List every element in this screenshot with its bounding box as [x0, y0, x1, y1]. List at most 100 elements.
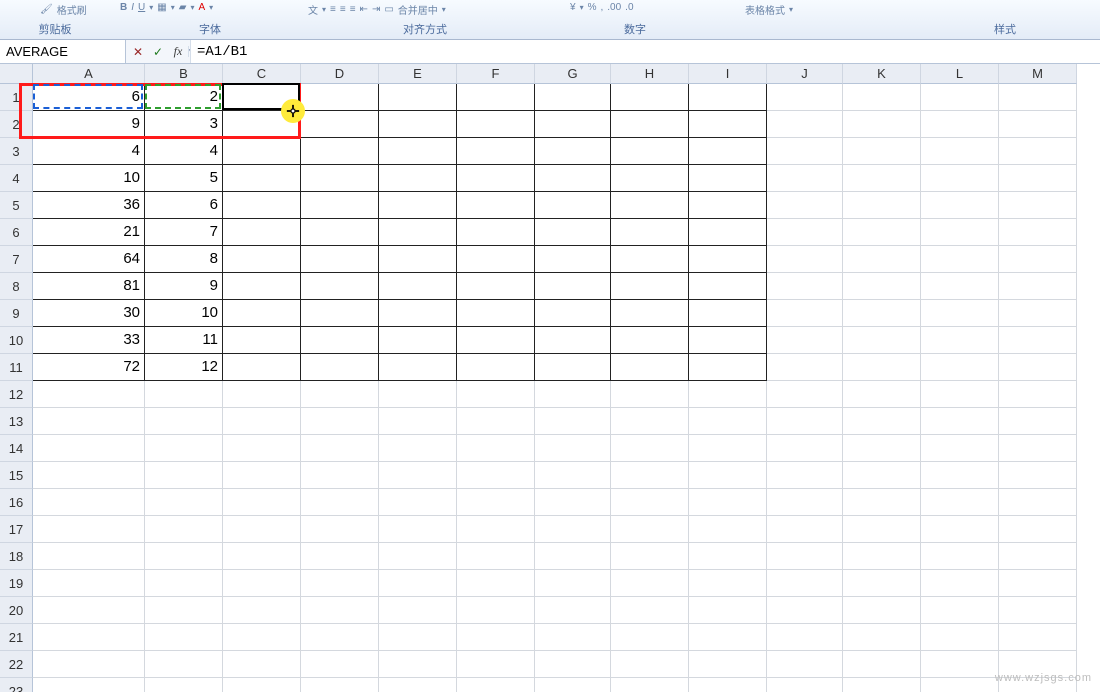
cell-I18[interactable]: [689, 543, 767, 570]
cell-F16[interactable]: [457, 489, 535, 516]
cell-I16[interactable]: [689, 489, 767, 516]
cell-A4[interactable]: 10: [33, 165, 145, 192]
cell-L6[interactable]: [921, 219, 999, 246]
cell-J23[interactable]: [767, 678, 843, 692]
cell-E7[interactable]: [379, 246, 457, 273]
cell-I17[interactable]: [689, 516, 767, 543]
name-box[interactable]: ▾: [0, 40, 126, 63]
cell-H14[interactable]: [611, 435, 689, 462]
cell-E15[interactable]: [379, 462, 457, 489]
col-header-I[interactable]: I: [689, 64, 767, 84]
cell-L19[interactable]: [921, 570, 999, 597]
cell-G7[interactable]: [535, 246, 611, 273]
cell-C19[interactable]: [223, 570, 301, 597]
col-header-D[interactable]: D: [301, 64, 379, 84]
cell-E22[interactable]: [379, 651, 457, 678]
cell-F10[interactable]: [457, 327, 535, 354]
cell-D1[interactable]: [301, 84, 379, 111]
row-header-6[interactable]: 6: [0, 219, 33, 246]
cell-B4[interactable]: 5: [145, 165, 223, 192]
cell-H17[interactable]: [611, 516, 689, 543]
cell-F11[interactable]: [457, 354, 535, 381]
cell-M10[interactable]: [999, 327, 1077, 354]
col-header-C[interactable]: C: [223, 64, 301, 84]
cell-F1[interactable]: [457, 84, 535, 111]
cell-A2[interactable]: 9: [33, 111, 145, 138]
cell-C7[interactable]: [223, 246, 301, 273]
col-header-E[interactable]: E: [379, 64, 457, 84]
cell-I20[interactable]: [689, 597, 767, 624]
cell-H4[interactable]: [611, 165, 689, 192]
cell-K14[interactable]: [843, 435, 921, 462]
cell-L7[interactable]: [921, 246, 999, 273]
dec-decimal-icon[interactable]: .0: [625, 2, 633, 13]
currency-icon[interactable]: ¥: [570, 2, 576, 13]
cell-B6[interactable]: 7: [145, 219, 223, 246]
cell-H11[interactable]: [611, 354, 689, 381]
cell-E14[interactable]: [379, 435, 457, 462]
cell-B20[interactable]: [145, 597, 223, 624]
cell-C2[interactable]: [223, 111, 301, 138]
cell-A12[interactable]: [33, 381, 145, 408]
cell-H1[interactable]: [611, 84, 689, 111]
cell-I14[interactable]: [689, 435, 767, 462]
cell-K23[interactable]: [843, 678, 921, 692]
cell-L2[interactable]: [921, 111, 999, 138]
merge-icon[interactable]: ▭: [384, 4, 393, 15]
cell-J1[interactable]: [767, 84, 843, 111]
cell-B3[interactable]: 4: [145, 138, 223, 165]
cell-H18[interactable]: [611, 543, 689, 570]
formula-cancel-icon[interactable]: ✕: [130, 45, 146, 59]
cell-H7[interactable]: [611, 246, 689, 273]
cell-J8[interactable]: [767, 273, 843, 300]
row-header-12[interactable]: 12: [0, 381, 33, 408]
cell-E8[interactable]: [379, 273, 457, 300]
cell-A23[interactable]: [33, 678, 145, 692]
cell-B8[interactable]: 9: [145, 273, 223, 300]
cell-J5[interactable]: [767, 192, 843, 219]
cell-E4[interactable]: [379, 165, 457, 192]
cell-D11[interactable]: [301, 354, 379, 381]
cell-F3[interactable]: [457, 138, 535, 165]
formula-input[interactable]: [191, 40, 1100, 63]
italic-icon[interactable]: I: [131, 2, 134, 13]
cell-H22[interactable]: [611, 651, 689, 678]
cell-C13[interactable]: [223, 408, 301, 435]
cell-C8[interactable]: [223, 273, 301, 300]
cell-K2[interactable]: [843, 111, 921, 138]
indent-dec-icon[interactable]: ⇤: [360, 4, 368, 15]
cell-B23[interactable]: [145, 678, 223, 692]
cell-F7[interactable]: [457, 246, 535, 273]
cell-J18[interactable]: [767, 543, 843, 570]
cell-E23[interactable]: [379, 678, 457, 692]
bold-icon[interactable]: B: [120, 2, 127, 13]
cell-G16[interactable]: [535, 489, 611, 516]
cell-K4[interactable]: [843, 165, 921, 192]
cell-F9[interactable]: [457, 300, 535, 327]
cell-A19[interactable]: [33, 570, 145, 597]
cell-A22[interactable]: [33, 651, 145, 678]
cell-C17[interactable]: [223, 516, 301, 543]
cell-M15[interactable]: [999, 462, 1077, 489]
row-header-18[interactable]: 18: [0, 543, 33, 570]
cell-A20[interactable]: [33, 597, 145, 624]
cell-F5[interactable]: [457, 192, 535, 219]
row-header-11[interactable]: 11: [0, 354, 33, 381]
cell-M18[interactable]: [999, 543, 1077, 570]
row-header-5[interactable]: 5: [0, 192, 33, 219]
cell-K7[interactable]: [843, 246, 921, 273]
cell-M11[interactable]: [999, 354, 1077, 381]
cell-A7[interactable]: 64: [33, 246, 145, 273]
row-header-9[interactable]: 9: [0, 300, 33, 327]
cell-K15[interactable]: [843, 462, 921, 489]
cell-B15[interactable]: [145, 462, 223, 489]
cell-M19[interactable]: [999, 570, 1077, 597]
row-header-3[interactable]: 3: [0, 138, 33, 165]
cell-A14[interactable]: [33, 435, 145, 462]
cell-J17[interactable]: [767, 516, 843, 543]
cell-A5[interactable]: 36: [33, 192, 145, 219]
row-header-16[interactable]: 16: [0, 489, 33, 516]
cell-D15[interactable]: [301, 462, 379, 489]
ruby-icon[interactable]: 文: [308, 2, 318, 17]
col-header-L[interactable]: L: [921, 64, 999, 84]
